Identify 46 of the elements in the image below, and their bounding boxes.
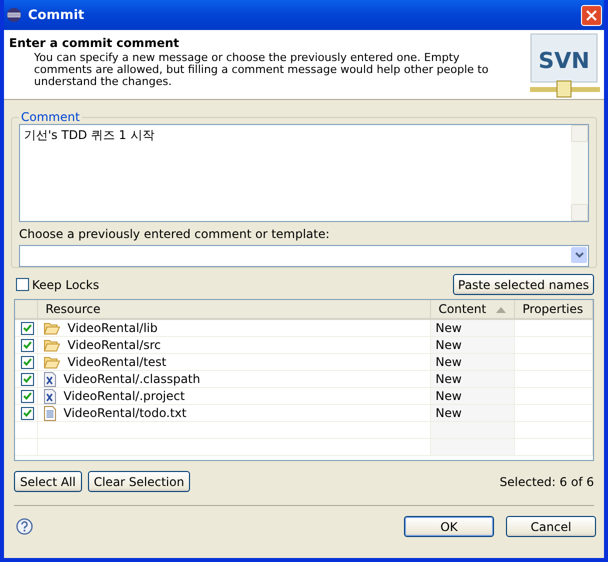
column-header[interactable]: Properties <box>514 300 592 319</box>
resource-path: VideoRental/src <box>68 338 161 352</box>
resource-path: VideoRental/.project <box>64 389 185 403</box>
folder-icon <box>44 338 60 352</box>
header-title: Enter a commit comment <box>9 36 180 50</box>
resource-path: VideoRental/test <box>68 355 166 369</box>
content-cell: New <box>430 404 514 422</box>
header-description: You can specify a new message or choose the previously entered one. Empty comments are allowed, but filling a comment message would help other people to understand the changes. <box>34 52 490 88</box>
keep-locks-checkbox[interactable] <box>16 278 29 291</box>
paste-names-button[interactable]: Paste selected names <box>453 274 594 295</box>
content-cell: New <box>430 388 514 404</box>
content-cell: New <box>430 336 514 354</box>
xml-file-icon <box>44 388 56 404</box>
row-checkbox[interactable] <box>21 338 34 352</box>
svn-logo: SVN <box>530 32 600 100</box>
resource-path: VideoRental/.classpath <box>64 372 200 386</box>
window-title: Commit <box>28 8 86 22</box>
help-icon[interactable] <box>16 518 33 535</box>
content-cell: New <box>430 370 514 388</box>
select-all-button[interactable]: Select All <box>14 471 82 492</box>
group-label: Comment <box>20 110 81 124</box>
ok-button[interactable]: OK <box>404 516 494 537</box>
resource-path: VideoRental/todo.txt <box>64 406 186 420</box>
row-checkbox[interactable] <box>21 322 34 334</box>
row-checkbox[interactable] <box>21 390 34 402</box>
text-file-icon <box>44 406 56 420</box>
folder-icon <box>44 322 60 334</box>
close-button[interactable] <box>581 4 602 26</box>
column-header[interactable]: Content <box>430 300 514 319</box>
template-label: Choose a previously entered comment or template: <box>19 227 331 241</box>
xml-file-icon <box>44 372 56 386</box>
template-combo-box[interactable] <box>19 245 589 267</box>
clear-selection-button[interactable]: Clear Selection <box>88 471 190 492</box>
column-header[interactable]: Resource <box>37 300 430 319</box>
folder-icon <box>44 356 60 368</box>
close-icon <box>586 10 597 20</box>
content-cell: New <box>430 354 514 370</box>
row-checkbox[interactable] <box>21 356 34 368</box>
cancel-button[interactable]: Cancel <box>506 516 596 537</box>
row-checkbox[interactable] <box>21 406 34 420</box>
row-checkbox[interactable] <box>21 372 34 386</box>
checkbox-label: Keep Locks <box>32 278 100 292</box>
selection-count: Selected: 6 of 6 <box>500 474 594 488</box>
resource-path: VideoRental/lib <box>68 321 158 335</box>
app-icon <box>6 7 22 23</box>
content-cell: New <box>430 319 514 336</box>
